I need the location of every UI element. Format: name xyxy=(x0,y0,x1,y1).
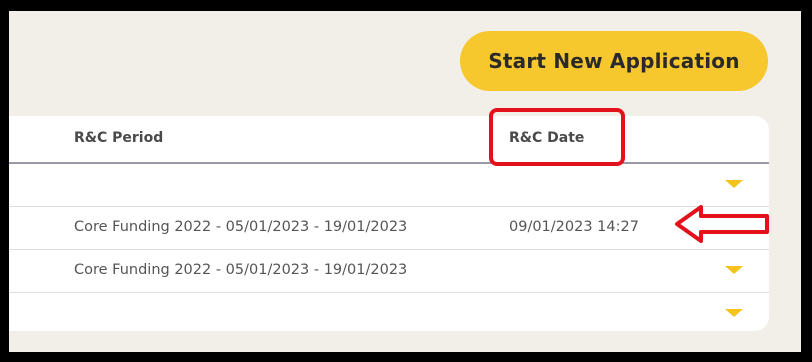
rc-period-cell: Core Funding 2022 - 05/01/2023 - 19/01/2… xyxy=(74,219,408,235)
applications-table: R&C Period R&C Date Core Funding 2022 - … xyxy=(9,116,769,331)
column-header-rc-period: R&C Period xyxy=(74,130,164,146)
arrow-left-annotation-icon xyxy=(675,205,769,243)
rc-period-cell: Core Funding 2022 - 05/01/2023 - 19/01/2… xyxy=(74,262,408,278)
chevron-down-icon[interactable] xyxy=(725,266,743,274)
rc-date-cell: 09/01/2023 14:27 xyxy=(509,219,639,235)
chevron-down-icon[interactable] xyxy=(725,180,743,188)
table-row[interactable] xyxy=(9,293,769,331)
table-header: R&C Period R&C Date xyxy=(9,116,769,164)
table-row[interactable]: Core Funding 2022 - 05/01/2023 - 19/01/2… xyxy=(9,250,769,293)
table-row[interactable] xyxy=(9,164,769,207)
screen: Start New Application R&C Period R&C Dat… xyxy=(9,11,801,352)
table-row[interactable]: Core Funding 2022 - 05/01/2023 - 19/01/2… xyxy=(9,207,769,250)
chevron-down-icon[interactable] xyxy=(725,309,743,317)
highlight-box-annotation xyxy=(489,108,625,166)
start-new-application-button[interactable]: Start New Application xyxy=(460,31,768,91)
